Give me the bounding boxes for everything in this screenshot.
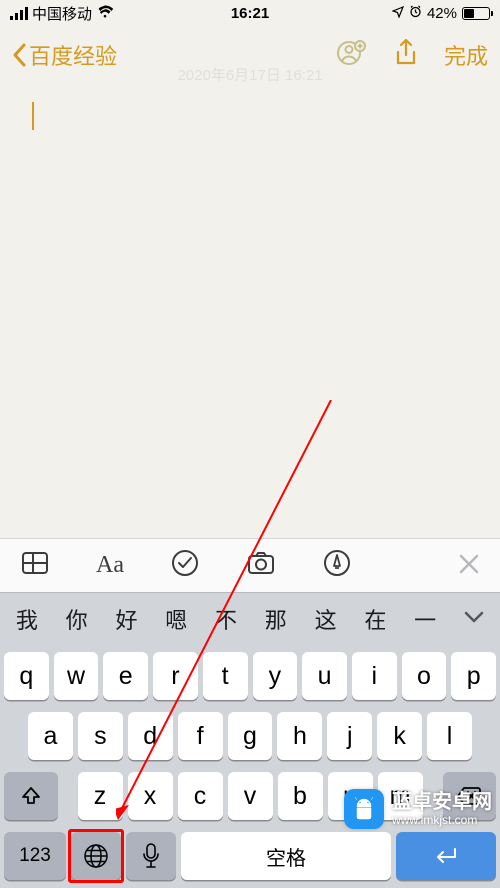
back-label: 百度经验 — [29, 39, 117, 71]
key-y[interactable]: y — [253, 652, 298, 700]
battery-percent: 42% — [427, 5, 457, 22]
globe-icon — [83, 843, 109, 869]
format-toolbar: Aa — [0, 538, 500, 592]
candidate[interactable]: 不 — [201, 603, 251, 635]
key-l[interactable]: l — [427, 712, 472, 760]
key-i[interactable]: i — [352, 652, 397, 700]
key-a[interactable]: a — [28, 712, 73, 760]
table-icon — [20, 548, 50, 578]
candidate[interactable]: 一 — [400, 603, 450, 635]
key-t[interactable]: t — [203, 652, 248, 700]
candidate[interactable]: 我 — [2, 603, 52, 635]
status-left: 中国移动 — [10, 3, 114, 24]
location-icon — [392, 5, 404, 22]
key-p[interactable]: p — [451, 652, 496, 700]
key-c[interactable]: c — [178, 772, 223, 820]
pen-circle-icon — [322, 548, 352, 578]
key-d[interactable]: d — [128, 712, 173, 760]
note-date: 2020年6月17日 16:21 — [177, 64, 322, 85]
expand-candidates-button[interactable] — [450, 610, 498, 628]
candidate-bar: 我 你 好 嗯 不 那 这 在 一 — [0, 592, 500, 644]
numbers-key[interactable]: 123 — [4, 832, 66, 880]
chevron-down-icon — [464, 611, 484, 623]
candidate[interactable]: 这 — [301, 603, 351, 635]
watermark-url: www.lmkjst.com — [392, 813, 492, 827]
share-button[interactable] — [390, 37, 422, 74]
key-g[interactable]: g — [228, 712, 273, 760]
checklist-button[interactable] — [170, 548, 200, 583]
status-right: 42% — [392, 5, 490, 22]
candidate[interactable]: 在 — [350, 603, 400, 635]
checkmark-circle-icon — [170, 548, 200, 578]
back-button[interactable]: 百度经验 — [12, 39, 117, 71]
key-x[interactable]: x — [128, 772, 173, 820]
candidate[interactable]: 好 — [102, 603, 152, 635]
key-q[interactable]: q — [4, 652, 49, 700]
key-r[interactable]: r — [153, 652, 198, 700]
android-icon — [350, 795, 378, 823]
watermark: 蓝卓安卓网 www.lmkjst.com — [344, 789, 492, 829]
alarm-icon — [409, 5, 422, 22]
return-key[interactable] — [396, 832, 496, 880]
key-j[interactable]: j — [327, 712, 372, 760]
done-button[interactable]: 完成 — [444, 39, 488, 71]
text-format-button[interactable]: Aa — [96, 552, 124, 579]
key-h[interactable]: h — [277, 712, 322, 760]
key-o[interactable]: o — [402, 652, 447, 700]
nav-bar: 百度经验 完成 2020年6月17日 16:21 — [0, 26, 500, 84]
candidate[interactable]: 嗯 — [151, 603, 201, 635]
dictation-key[interactable] — [126, 832, 176, 880]
text-cursor — [32, 102, 34, 130]
globe-key[interactable] — [71, 832, 121, 880]
watermark-logo — [344, 789, 384, 829]
candidate[interactable]: 那 — [251, 603, 301, 635]
key-f[interactable]: f — [178, 712, 223, 760]
person-circle-icon — [336, 37, 368, 69]
clock: 16:21 — [231, 5, 269, 22]
key-z[interactable]: z — [78, 772, 123, 820]
space-key[interactable]: 空格 — [181, 832, 391, 880]
return-icon — [432, 846, 460, 866]
key-b[interactable]: b — [278, 772, 323, 820]
shift-icon — [20, 785, 42, 807]
candidate[interactable]: 你 — [52, 603, 102, 635]
share-icon — [390, 37, 422, 69]
note-editor[interactable] — [0, 84, 500, 538]
markup-button[interactable] — [322, 548, 352, 583]
close-icon — [458, 553, 480, 575]
battery-icon — [462, 7, 490, 20]
key-s[interactable]: s — [78, 712, 123, 760]
collaborate-button[interactable] — [336, 37, 368, 74]
carrier-label: 中国移动 — [32, 3, 92, 24]
camera-icon — [246, 548, 276, 578]
keyboard: q w e r t y u i o p a s d f g h j k l z … — [0, 644, 500, 888]
dismiss-keyboard-button[interactable] — [458, 550, 480, 582]
table-button[interactable] — [20, 548, 50, 583]
shift-key[interactable] — [4, 772, 58, 820]
key-k[interactable]: k — [377, 712, 422, 760]
camera-button[interactable] — [246, 548, 276, 583]
chevron-left-icon — [12, 43, 27, 67]
key-e[interactable]: e — [103, 652, 148, 700]
mic-icon — [142, 843, 160, 869]
key-v[interactable]: v — [228, 772, 273, 820]
key-w[interactable]: w — [54, 652, 99, 700]
key-u[interactable]: u — [302, 652, 347, 700]
wifi-icon — [96, 5, 114, 22]
status-bar: 中国移动 16:21 42% — [0, 0, 500, 26]
signal-icon — [10, 7, 28, 20]
watermark-title: 蓝卓安卓网 — [392, 791, 492, 813]
